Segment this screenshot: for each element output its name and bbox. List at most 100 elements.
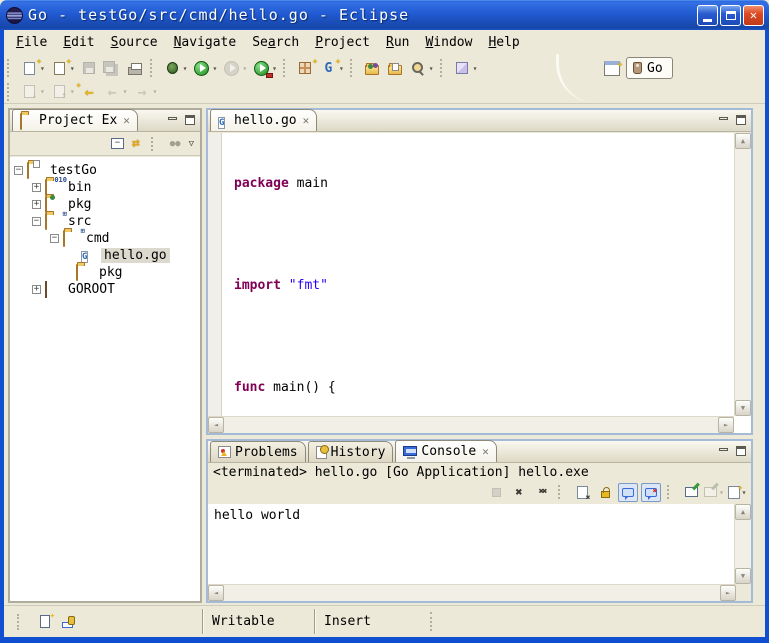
open-perspective-icon[interactable]: ✦ <box>604 61 620 76</box>
link-with-editor-icon[interactable]: ⇄ <box>132 136 140 151</box>
maximize-view-icon[interactable] <box>735 114 747 125</box>
scroll-up-icon[interactable]: ▲ <box>735 133 751 149</box>
scroll-down-icon[interactable]: ▼ <box>735 400 751 416</box>
maximize-view-icon[interactable] <box>735 445 747 456</box>
import-button[interactable] <box>362 59 383 77</box>
collapse-expander-icon[interactable]: − <box>50 234 59 243</box>
maximize-button[interactable] <box>720 5 741 26</box>
code-editor[interactable]: package main import "fmt" func main() { … <box>223 133 734 416</box>
close-icon[interactable]: ✕ <box>482 445 489 458</box>
new-menu-button[interactable]: ✦▾ <box>49 59 77 77</box>
menu-file[interactable]: File <box>8 33 55 52</box>
new-go-file-button[interactable]: G✦▾ <box>318 59 346 77</box>
run-button[interactable]: ▾ <box>191 59 219 77</box>
show-console-stderr-toggle[interactable] <box>641 483 661 502</box>
view-menu-icon[interactable]: ▽ <box>189 139 194 149</box>
code-line <box>223 226 734 243</box>
expand-expander-icon[interactable]: + <box>32 285 41 294</box>
tree-item-src-pkg[interactable]: pkg <box>10 264 200 281</box>
tree-item-src[interactable]: −⊞src <box>10 213 200 230</box>
collapse-all-icon[interactable]: − <box>111 138 124 149</box>
debug-button[interactable]: ▾ <box>162 59 190 77</box>
toolbar-grip[interactable] <box>350 59 357 77</box>
menu-edit[interactable]: Edit <box>55 33 102 52</box>
scroll-down-icon[interactable]: ▼ <box>735 568 751 584</box>
tab-history[interactable]: History <box>308 441 394 462</box>
toolbar-grip[interactable] <box>283 59 290 77</box>
minimize-view-icon[interactable] <box>717 445 729 456</box>
console-status-line: <terminated> hello.go [Go Application] h… <box>208 463 751 481</box>
console-vertical-scrollbar[interactable]: ▲ ▼ <box>734 504 751 584</box>
menu-navigate[interactable]: Navigate <box>166 33 245 52</box>
tab-hello-go[interactable]: G hello.go ✕ <box>210 109 317 131</box>
scroll-left-icon[interactable]: ◄ <box>208 417 224 433</box>
close-icon[interactable]: ✕ <box>123 114 130 127</box>
minimize-view-icon[interactable] <box>166 114 178 125</box>
external-tools-button[interactable]: ▾ <box>251 59 279 77</box>
close-icon[interactable]: ✕ <box>303 114 310 127</box>
new-wizard-icon: ✦ <box>21 60 38 76</box>
tree-item-cmd[interactable]: −⊞cmd <box>10 230 200 247</box>
expand-expander-icon[interactable]: + <box>32 183 41 192</box>
new-wizard-button[interactable]: ✦▾ <box>19 59 47 77</box>
clear-console-button[interactable] <box>572 483 592 502</box>
search-button[interactable]: ▾ <box>408 59 436 77</box>
toolbar-grip[interactable] <box>7 59 14 77</box>
scroll-right-icon[interactable]: ► <box>720 585 736 601</box>
pin-console-button[interactable] <box>681 483 701 502</box>
remove-all-icon: ✖✖ <box>539 487 546 497</box>
toolbar-grip[interactable] <box>150 59 157 77</box>
menu-help[interactable]: Help <box>480 33 527 52</box>
toggle-mark-occurrences-button[interactable]: ▾ <box>452 59 480 77</box>
previous-annotation-icon <box>51 84 68 100</box>
scroll-left-icon[interactable]: ◄ <box>208 585 224 601</box>
open-console-button[interactable]: ✦▾ <box>727 483 747 502</box>
scroll-right-icon[interactable]: ► <box>718 417 734 433</box>
toolbar-grip[interactable] <box>440 59 447 77</box>
new-go-package-button[interactable]: ✦ <box>295 59 316 77</box>
previous-annotation-button: ▾ <box>49 83 77 101</box>
show-console-stdout-toggle[interactable] <box>618 483 638 502</box>
print-button[interactable] <box>125 59 146 77</box>
tree-item-testgo[interactable]: −testGo <box>10 162 200 179</box>
minimize-view-icon[interactable] <box>717 114 729 125</box>
tab-problems[interactable]: Problems <box>210 441 306 462</box>
tree-item-hello-go[interactable]: Ghello.go <box>10 247 200 264</box>
tree-item-goroot[interactable]: +GOROOT <box>10 281 200 298</box>
open-resource-button[interactable] <box>385 59 406 77</box>
forward-button: →▾ <box>131 83 159 101</box>
external-tools-icon <box>253 60 270 76</box>
tab-project-explorer[interactable]: Project Ex ✕ <box>12 109 138 131</box>
menu-run[interactable]: Run <box>378 33 417 52</box>
tree-item-pkg[interactable]: +pkg <box>10 196 200 213</box>
tab-console[interactable]: Console ✕ <box>395 440 496 462</box>
toolbar-grip <box>558 485 565 499</box>
go-perspective-label: Go <box>647 61 663 76</box>
menu-project[interactable]: Project <box>307 33 378 52</box>
editor-vertical-scrollbar[interactable]: ▲ ▼ <box>734 133 751 416</box>
minimize-button[interactable] <box>697 5 718 26</box>
last-edit-location-button[interactable]: ←✦ <box>79 83 100 101</box>
title-bar[interactable]: Go - testGo/src/cmd/hello.go - Eclipse ✕ <box>0 0 769 30</box>
run-last-button: ▾ <box>221 59 249 77</box>
menu-window[interactable]: Window <box>417 33 480 52</box>
console-horizontal-scrollbar[interactable]: ◄ ► <box>208 584 736 601</box>
expand-expander-icon[interactable]: + <box>32 200 41 209</box>
remove-all-terminated-button[interactable]: ✖✖ <box>532 483 552 502</box>
editor-horizontal-scrollbar[interactable]: ◄ ► <box>208 416 734 433</box>
fast-view-icon[interactable] <box>40 615 50 628</box>
toolbar-grip <box>667 485 674 499</box>
scroll-up-icon[interactable]: ▲ <box>735 504 751 520</box>
maximize-view-icon[interactable] <box>184 114 196 125</box>
tree-item-bin[interactable]: +010bin <box>10 179 200 196</box>
collapse-expander-icon[interactable]: − <box>32 217 41 226</box>
toolbar-grip[interactable] <box>7 83 14 101</box>
close-button[interactable]: ✕ <box>743 5 764 26</box>
scroll-lock-button[interactable] <box>595 483 615 502</box>
remove-launch-button[interactable]: ✖ <box>509 483 529 502</box>
minimized-view-stack-icon[interactable] <box>62 616 74 628</box>
go-perspective-button[interactable]: Go <box>626 57 673 79</box>
menu-source[interactable]: Source <box>103 33 166 52</box>
menu-search[interactable]: Search <box>244 33 307 52</box>
collapse-expander-icon[interactable]: − <box>14 166 23 175</box>
